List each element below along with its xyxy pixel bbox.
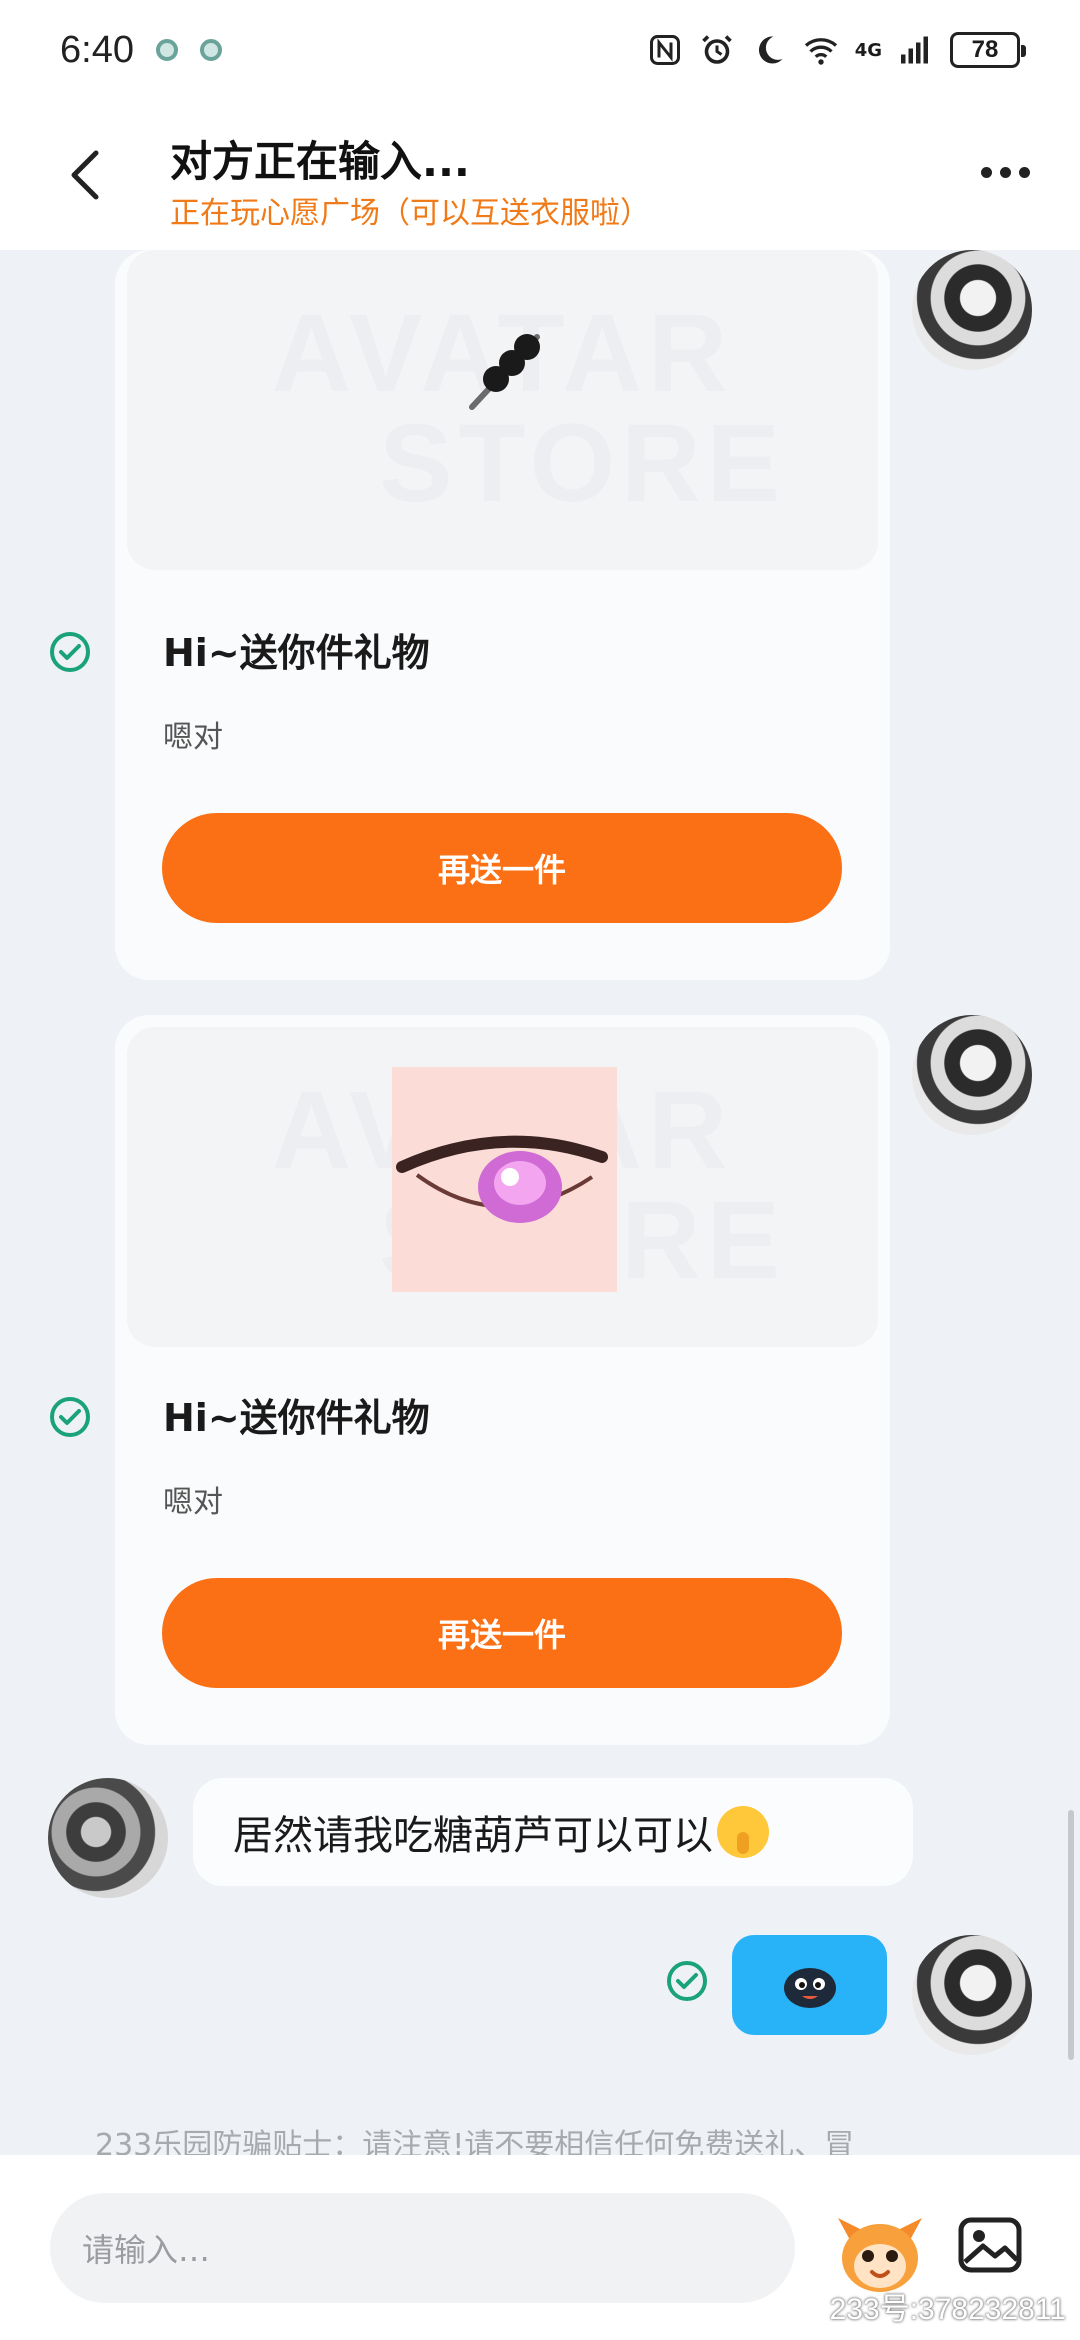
candied-haw-skewer-icon bbox=[469, 334, 540, 410]
battery-indicator: 78 bbox=[950, 32, 1026, 68]
chat-message-list[interactable]: AVATAR STORE Hi~送你件礼物 嗯对 再送一件 AVATAR STO… bbox=[0, 250, 1080, 2155]
message-text: 居然请我吃糖葫芦可以可以 bbox=[233, 1813, 713, 1859]
gift-description: 嗯对 bbox=[163, 720, 223, 755]
status-icons: 4G 78 bbox=[647, 32, 1026, 68]
eye-makeup-icon bbox=[392, 1067, 617, 1292]
message-input-bar: 请输入… 233号:378232811 bbox=[0, 2155, 1080, 2340]
chevron-left-icon bbox=[71, 150, 99, 200]
image-picker-icon[interactable] bbox=[955, 2210, 1025, 2280]
incoming-message-bubble[interactable]: 居然请我吃糖葫芦可以可以 bbox=[193, 1778, 913, 1886]
shushing-face-emoji bbox=[717, 1806, 769, 1858]
gift-card: AVATAR STORE Hi~送你件礼物 嗯对 再送一件 bbox=[115, 250, 890, 980]
network-type-label: 4G bbox=[854, 39, 882, 61]
send-again-button[interactable]: 再送一件 bbox=[162, 1578, 842, 1688]
signal-strength-icon bbox=[901, 36, 928, 64]
gift-item-image: AVATAR STORE bbox=[127, 1027, 878, 1347]
outgoing-sticker-bubble[interactable] bbox=[732, 1935, 887, 2035]
do-not-disturb-moon-icon bbox=[758, 36, 783, 64]
scrollbar[interactable] bbox=[1068, 1810, 1074, 2060]
chat-subtitle: 正在玩心愿广场（可以互送衣服啦） bbox=[170, 196, 650, 231]
contact-avatar[interactable] bbox=[48, 1778, 168, 1898]
status-bar: 6:40 4G 78 bbox=[0, 0, 1080, 100]
status-time: 6:40 bbox=[60, 28, 134, 71]
app-notification-icon-2 bbox=[199, 39, 222, 61]
message-input[interactable]: 请输入… bbox=[50, 2193, 795, 2303]
gift-description: 嗯对 bbox=[163, 1485, 223, 1520]
more-dot-icon bbox=[999, 166, 1011, 178]
my-avatar[interactable] bbox=[912, 250, 1032, 370]
alarm-icon bbox=[701, 35, 732, 64]
gift-item-image: AVATAR STORE bbox=[127, 250, 878, 570]
my-avatar[interactable] bbox=[912, 1015, 1032, 1135]
my-avatar[interactable] bbox=[912, 1935, 1032, 2055]
user-id-watermark: 233号:378232811 bbox=[829, 2293, 1066, 2326]
chat-header: 对方正在输入... 正在玩心愿广场（可以互送衣服啦） bbox=[0, 100, 1080, 250]
read-check-icon bbox=[50, 632, 90, 672]
more-dot-icon bbox=[1018, 166, 1030, 178]
more-options-button[interactable] bbox=[970, 152, 1040, 192]
store-watermark: STORE bbox=[379, 402, 786, 525]
gift-title: Hi~送你件礼物 bbox=[163, 631, 430, 675]
wifi-icon bbox=[804, 38, 837, 65]
gift-card: AVATAR STORE Hi~送你件礼物 嗯对 再送一件 bbox=[115, 1015, 890, 1745]
send-again-button[interactable]: 再送一件 bbox=[162, 813, 842, 923]
dark-blob-sticker bbox=[783, 1968, 836, 2008]
app-notification-icon bbox=[155, 39, 178, 61]
gift-title: Hi~送你件礼物 bbox=[163, 1396, 430, 1440]
input-placeholder: 请输入… bbox=[82, 2231, 211, 2269]
nfc-icon bbox=[649, 35, 680, 65]
read-check-icon bbox=[50, 1397, 90, 1437]
read-check-icon bbox=[667, 1961, 707, 2001]
more-dot-icon bbox=[980, 166, 992, 178]
chat-title: 对方正在输入... bbox=[170, 137, 470, 186]
back-button[interactable] bbox=[55, 145, 115, 205]
